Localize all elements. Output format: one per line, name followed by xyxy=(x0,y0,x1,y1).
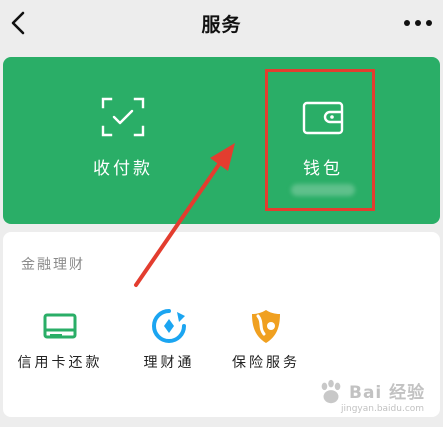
baidu-jingyan-watermark: Bai 经验 jingyan.baidu.com xyxy=(315,376,435,420)
top-nav-bar: 服务 xyxy=(0,0,443,48)
watermark-url: jingyan.baidu.com xyxy=(341,404,425,414)
scan-pay-icon xyxy=(101,97,145,137)
wallet-highlight-box xyxy=(265,69,375,211)
licaitong-icon xyxy=(152,309,186,343)
credit-card-repay-button[interactable]: 信用卡还款 xyxy=(5,298,115,388)
watermark-text: Bai 经验 xyxy=(349,383,426,403)
insurance-service-label: 保险服务 xyxy=(232,355,300,371)
credit-card-icon xyxy=(43,313,77,339)
finance-section-title: 金融理财 xyxy=(21,257,85,273)
receive-pay-label: 收付款 xyxy=(93,159,153,179)
insurance-service-button[interactable]: 保险服务 xyxy=(211,298,321,388)
credit-card-repay-label: 信用卡还款 xyxy=(17,355,103,371)
more-options-icon[interactable] xyxy=(401,12,435,34)
page-title: 服务 xyxy=(201,14,242,36)
receive-pay-button[interactable]: 收付款 xyxy=(48,57,198,224)
paw-logo-icon xyxy=(321,379,341,404)
licaitong-button[interactable]: 理财通 xyxy=(114,298,224,388)
insurance-icon xyxy=(252,310,280,343)
licaitong-label: 理财通 xyxy=(143,355,195,371)
